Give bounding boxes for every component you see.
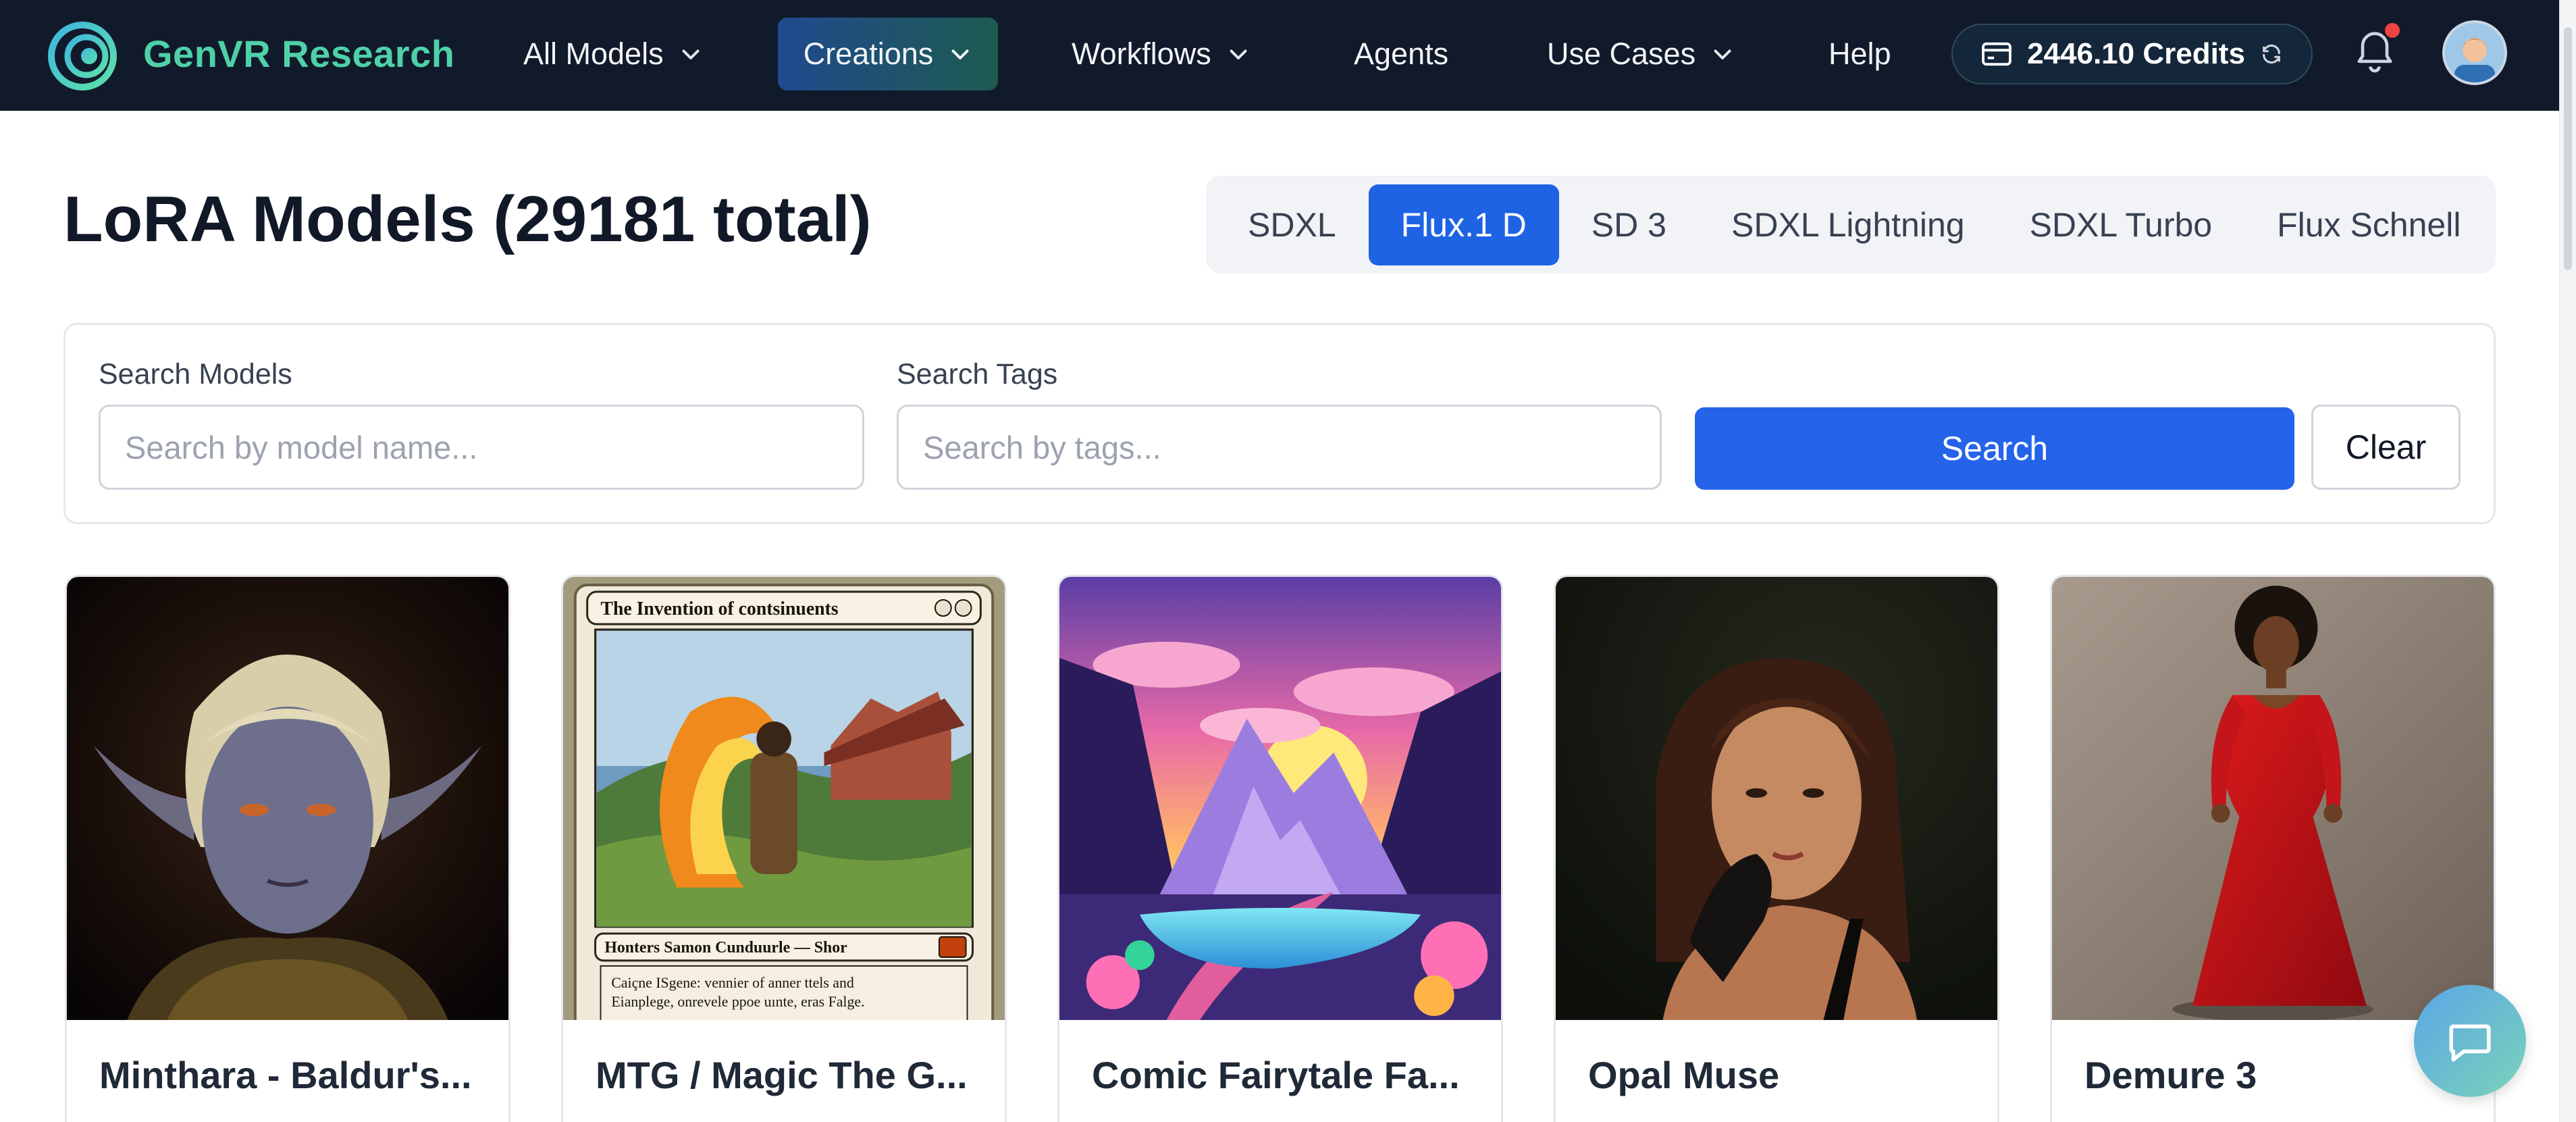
notification-badge	[2385, 23, 2400, 38]
nav-workflows-label: Workflows	[1072, 36, 1211, 71]
chevron-down-icon	[1714, 49, 1731, 59]
nav-agents-label: Agents	[1354, 36, 1449, 71]
chat-button[interactable]	[2414, 985, 2526, 1097]
avatar-icon	[2445, 23, 2504, 82]
model-card[interactable]: Opal Muse	[1554, 575, 1999, 1122]
model-card-title: MTG / Magic The G...	[596, 1054, 968, 1096]
chevron-down-icon	[951, 49, 969, 59]
brand-name[interactable]: GenVR Research	[143, 30, 454, 77]
mtg-card-title: The Invention of contsinuents	[600, 598, 838, 619]
model-card-image: The Invention of contsinuents Honters Sa…	[563, 577, 1005, 1020]
nav-agents[interactable]: Agents	[1354, 30, 1448, 78]
genvr-logo-icon[interactable]	[46, 20, 119, 93]
search-models-label: Search Models	[99, 358, 292, 390]
nav-creations[interactable]: Creations	[778, 18, 998, 91]
search-button[interactable]: Search	[1695, 407, 2294, 490]
credits-amount: 2446.10 Credits	[2027, 37, 2245, 70]
top-navbar: GenVR Research All Models Creations Work…	[0, 0, 2559, 111]
model-card-title: Opal Muse	[1588, 1054, 1780, 1096]
credits-button[interactable]: 2446.10 Credits	[1951, 24, 2313, 84]
tab-flux-1-d[interactable]: Flux.1 D	[1368, 184, 1559, 265]
nav-workflows[interactable]: Workflows	[1072, 30, 1251, 78]
model-card-image	[1556, 577, 1997, 1020]
search-tags-label: Search Tags	[897, 358, 1058, 390]
page-title: LoRA Models (29181 total)	[63, 183, 872, 255]
tab-sdxl-turbo[interactable]: SDXL Turbo	[1997, 184, 2245, 265]
chat-bubble-icon	[2449, 1024, 2491, 1062]
search-tags-input[interactable]	[897, 405, 1662, 490]
tab-sd-3[interactable]: SD 3	[1559, 184, 1699, 265]
model-card-title: Demure 3	[2084, 1054, 2257, 1096]
model-card[interactable]: Comic Fairytale Fa...	[1057, 575, 1503, 1122]
chevron-down-icon	[1230, 49, 1247, 59]
nav-all-models[interactable]: All Models	[523, 30, 703, 78]
tab-flux-schnell[interactable]: Flux Schnell	[2244, 184, 2493, 265]
nav-help[interactable]: Help	[1829, 30, 1891, 78]
user-avatar[interactable]	[2442, 20, 2507, 85]
model-card[interactable]: Minthara - Baldur's...	[65, 575, 510, 1122]
model-card-title: Minthara - Baldur's...	[99, 1054, 472, 1096]
mtg-card-text-2: Eianplege, onrevele ppoe uınte, eras Fal…	[611, 993, 864, 1010]
nav-use-cases-label: Use Cases	[1547, 36, 1696, 71]
notifications-button[interactable]	[2354, 23, 2401, 80]
model-type-tabs: SDXL Flux.1 D SD 3 SDXL Lightning SDXL T…	[1206, 176, 2496, 274]
search-models-input[interactable]	[99, 405, 864, 490]
credit-card-icon	[1982, 42, 2012, 66]
model-card-title: Comic Fairytale Fa...	[1092, 1054, 1460, 1096]
tab-sdxl[interactable]: SDXL	[1215, 184, 1369, 265]
refresh-icon[interactable]	[2260, 43, 2283, 66]
nav-creations-label: Creations	[803, 36, 934, 71]
mtg-card-type-line: Honters Samon Cunduurle — Shor	[604, 939, 847, 957]
nav-all-models-label: All Models	[523, 36, 664, 71]
mtg-card-text-1: Caiçne ISgene: vennier of anner ttels an…	[611, 974, 853, 991]
model-card-image	[2052, 577, 2494, 1020]
model-card-image	[1059, 577, 1501, 1020]
nav-use-cases[interactable]: Use Cases	[1547, 30, 1735, 78]
nav-help-label: Help	[1829, 36, 1891, 71]
clear-button[interactable]: Clear	[2311, 405, 2461, 490]
model-card[interactable]: The Invention of contsinuents Honters Sa…	[561, 575, 1007, 1122]
scrollbar-thumb[interactable]	[2564, 27, 2572, 270]
tab-sdxl-lightning[interactable]: SDXL Lightning	[1699, 184, 1997, 265]
chevron-down-icon	[682, 49, 700, 59]
model-card-image	[67, 577, 508, 1020]
